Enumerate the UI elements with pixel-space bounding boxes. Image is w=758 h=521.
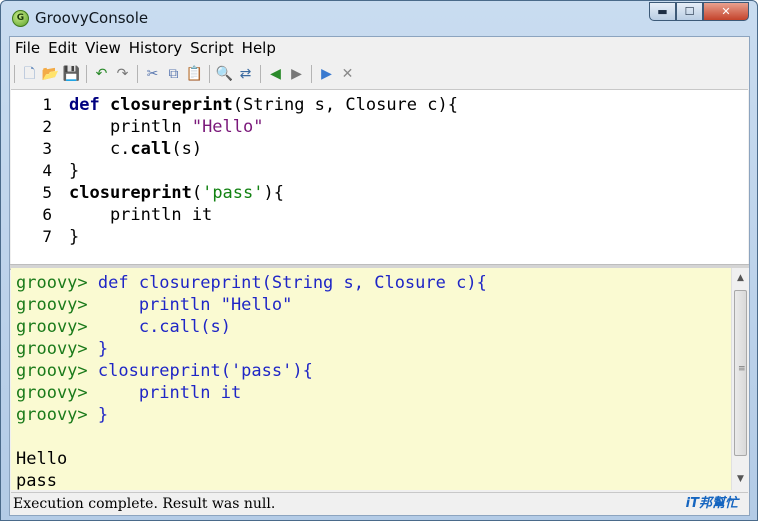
output-echo-line: groovy> c.call(s) bbox=[16, 317, 231, 337]
output-echo-line: groovy> } bbox=[16, 405, 109, 425]
toolbar-separator bbox=[86, 65, 87, 83]
menu-file[interactable]: File bbox=[11, 39, 44, 57]
code-text: closureprint('pass'){ bbox=[69, 183, 284, 203]
scroll-down-arrow-icon[interactable]: ▼ bbox=[732, 471, 749, 488]
groovy-app-icon: G bbox=[12, 10, 29, 27]
toolbar-separator bbox=[260, 65, 261, 83]
history-next-icon[interactable]: ▶ bbox=[289, 66, 305, 82]
status-message: Execution complete. Result was null. bbox=[13, 496, 276, 512]
output-echo-line: groovy> println "Hello" bbox=[16, 295, 293, 315]
output-echo-line: groovy> def closureprint(String s, Closu… bbox=[16, 273, 487, 293]
paste-icon[interactable]: 📋 bbox=[186, 66, 203, 82]
close-button[interactable]: ✕ bbox=[703, 2, 749, 21]
minimize-button[interactable]: ▬ bbox=[649, 2, 676, 21]
code-text: } bbox=[69, 227, 80, 247]
menu-bar: File Edit View History Script Help bbox=[10, 37, 749, 59]
code-text: c.call(s) bbox=[69, 139, 203, 159]
line-number: 5 bbox=[42, 183, 52, 202]
toolbar-separator bbox=[137, 65, 138, 83]
grip-icon: ≡ bbox=[738, 364, 746, 374]
menu-edit[interactable]: Edit bbox=[44, 39, 81, 57]
output-echo-line: groovy> closureprint('pass'){ bbox=[16, 361, 313, 381]
redo-icon[interactable]: ↷ bbox=[115, 66, 131, 82]
replace-icon[interactable]: ⇄ bbox=[238, 66, 254, 82]
code-line[interactable]: 1 def closureprint(String s, Closure c){ bbox=[11, 94, 748, 116]
line-number: 3 bbox=[42, 139, 52, 158]
title-bar[interactable]: G GroovyConsole ▬ ☐ ✕ bbox=[1, 1, 757, 35]
code-text: println "Hello" bbox=[69, 117, 264, 137]
script-editor[interactable]: 1 def closureprint(String s, Closure c){2… bbox=[11, 89, 748, 264]
maximize-button[interactable]: ☐ bbox=[676, 2, 703, 21]
code-line[interactable]: 5 closureprint('pass'){ bbox=[11, 182, 748, 204]
open-folder-icon[interactable]: 📂 bbox=[42, 66, 59, 82]
minimize-icon: ▬ bbox=[657, 5, 668, 18]
status-bar: Execution complete. Result was null. iT邦… bbox=[11, 492, 748, 515]
find-icon[interactable]: 🔍 bbox=[216, 66, 233, 82]
line-number: 1 bbox=[42, 95, 52, 114]
scrollbar-thumb[interactable]: ≡ bbox=[734, 290, 747, 456]
output-echo-line: groovy> println it bbox=[16, 383, 242, 403]
output-result-line: Hello bbox=[16, 449, 68, 469]
line-number: 2 bbox=[42, 117, 52, 136]
line-number: 6 bbox=[42, 205, 52, 224]
toolbar-separator bbox=[14, 65, 15, 83]
output-vertical-scrollbar[interactable]: ▲ ≡ ▼ bbox=[731, 268, 749, 490]
toolbar-separator bbox=[311, 65, 312, 83]
client-area: File Edit View History Script Help 🗋 📂 💾 ↶ ↷… bbox=[9, 36, 750, 516]
code-line[interactable]: 7} bbox=[11, 226, 748, 248]
output-echo-line: groovy> } bbox=[16, 339, 109, 359]
new-file-icon[interactable]: 🗋 bbox=[22, 66, 38, 82]
history-previous-icon[interactable]: ◀ bbox=[268, 66, 284, 82]
line-number: 4 bbox=[42, 161, 52, 180]
code-text: def closureprint(String s, Closure c){ bbox=[69, 95, 458, 115]
output-pane[interactable]: groovy> def closureprint(String s, Closu… bbox=[11, 268, 731, 490]
close-icon: ✕ bbox=[721, 5, 731, 18]
cut-icon[interactable]: ✂ bbox=[145, 66, 161, 82]
interrupt-icon[interactable]: ✕ bbox=[340, 66, 356, 82]
menu-history[interactable]: History bbox=[125, 39, 186, 57]
menu-script[interactable]: Script bbox=[186, 39, 238, 57]
groovyconsole-window: G GroovyConsole ▬ ☐ ✕ File Edit View His… bbox=[0, 0, 758, 521]
menu-help[interactable]: Help bbox=[238, 39, 280, 57]
copy-icon[interactable]: ⧉ bbox=[166, 66, 182, 82]
code-line[interactable]: 3 c.call(s) bbox=[11, 138, 748, 160]
code-text: println it bbox=[69, 205, 213, 225]
undo-icon[interactable]: ↶ bbox=[94, 66, 110, 82]
toolbar-separator bbox=[209, 65, 210, 83]
ithome-logo: iT邦幫忙 bbox=[685, 496, 738, 511]
window-title: GroovyConsole bbox=[35, 9, 149, 27]
code-text: } bbox=[69, 161, 80, 181]
save-icon[interactable]: 💾 bbox=[63, 66, 80, 82]
menu-view[interactable]: View bbox=[81, 39, 125, 57]
maximize-icon: ☐ bbox=[684, 5, 695, 18]
code-line[interactable]: 4} bbox=[11, 160, 748, 182]
code-line[interactable]: 6 println it bbox=[11, 204, 748, 226]
output-result-line: pass bbox=[16, 471, 57, 490]
run-script-icon[interactable]: ▶ bbox=[319, 66, 335, 82]
code-line[interactable]: 2 println "Hello" bbox=[11, 116, 748, 138]
toolbar: 🗋 📂 💾 ↶ ↷ ✂ ⧉ 📋 🔍 ⇄ ◀ ▶ ▶ ✕ bbox=[10, 61, 749, 87]
scroll-up-arrow-icon[interactable]: ▲ bbox=[732, 270, 749, 287]
line-number: 7 bbox=[42, 227, 52, 246]
